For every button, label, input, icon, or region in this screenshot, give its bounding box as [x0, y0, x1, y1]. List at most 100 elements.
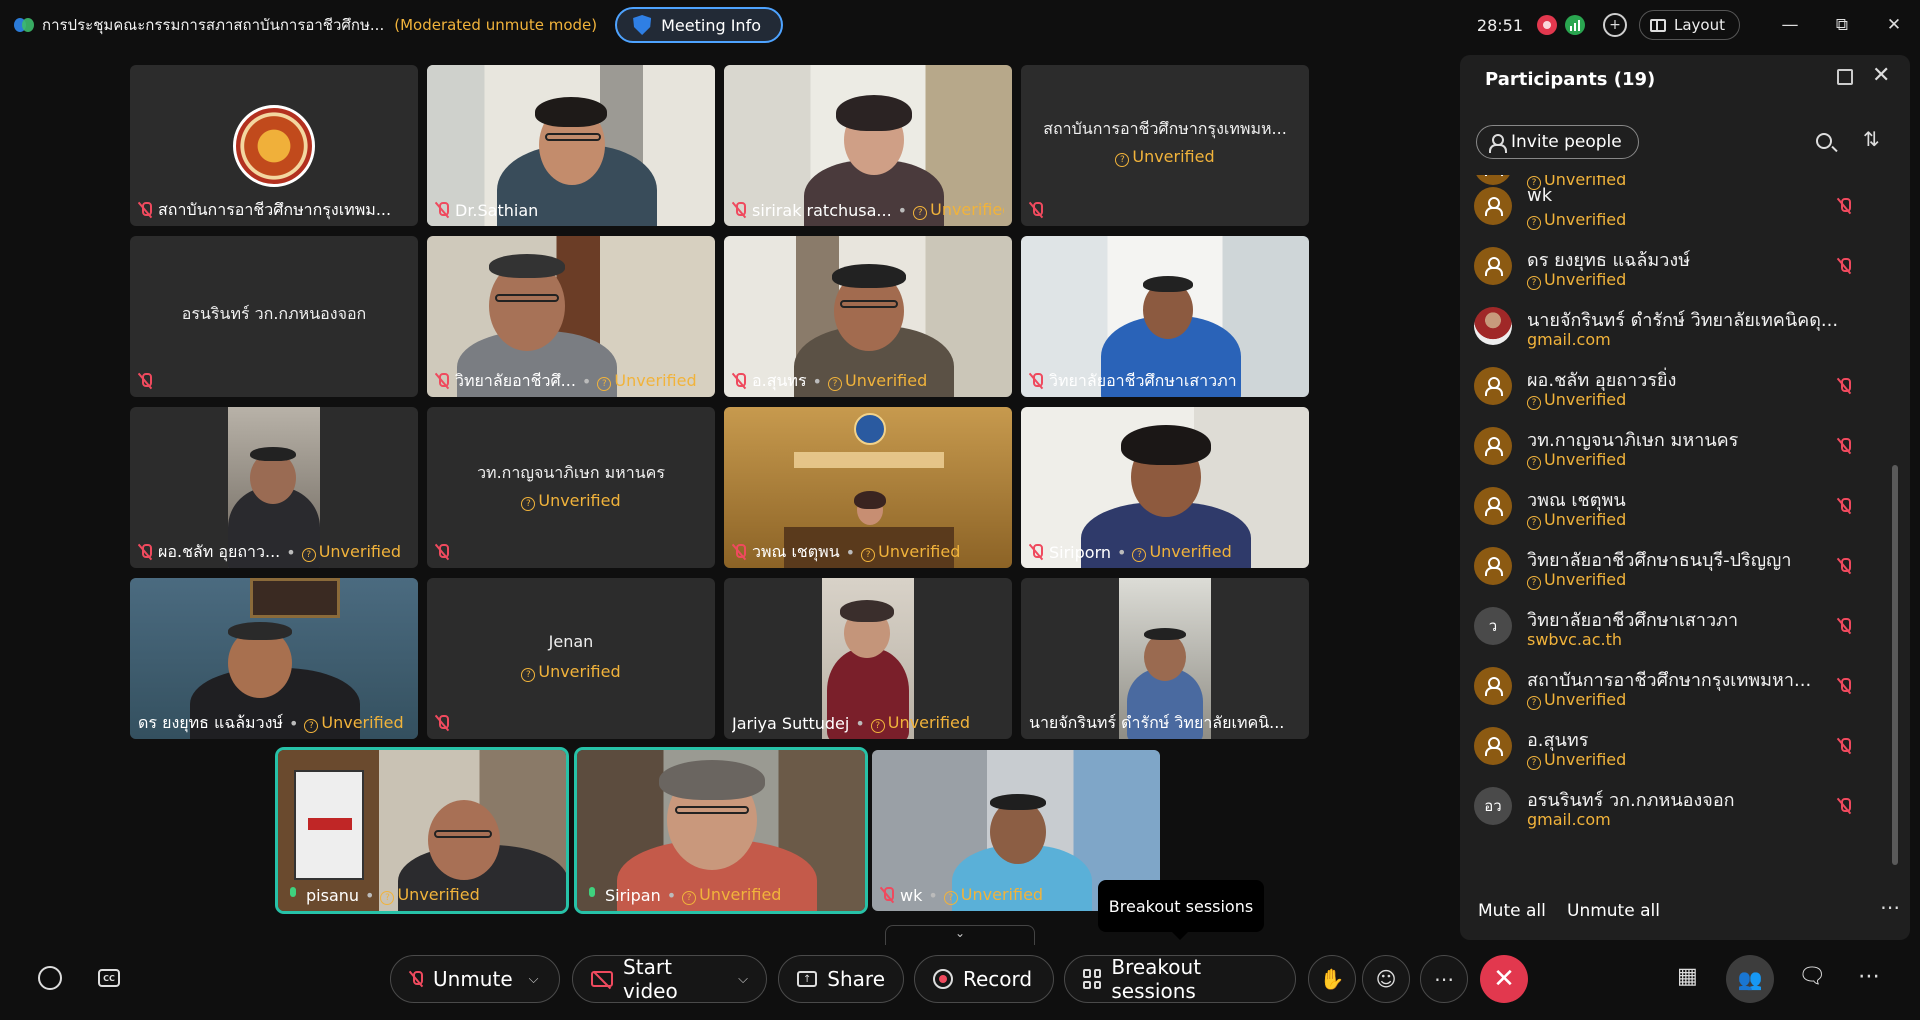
apps-icon[interactable]: ▦ — [1677, 964, 1698, 989]
video-tile-speaking[interactable]: pisanu • ? Unverified — [278, 750, 566, 911]
more-options-icon[interactable]: ⋯ — [1858, 964, 1880, 989]
tile-name-label: วพณ เชตุพน • ? Unverified — [732, 540, 1004, 564]
more-options-icon[interactable]: ⋯ — [1880, 895, 1901, 919]
participant-list-scrollbar[interactable] — [1892, 465, 1898, 865]
closed-captions-icon[interactable]: CC — [98, 969, 120, 987]
end-call-button[interactable]: ✕ — [1480, 955, 1528, 1003]
video-tile[interactable]: sirirak ratchusa... • ?Unverified — [724, 65, 1012, 226]
participant-row[interactable]: ผอ.ชลัท อุยถาวรยิ่ง ? Unverified — [1460, 355, 1900, 415]
layout-button[interactable]: Layout — [1639, 10, 1740, 40]
tile-name: วิทยาลัยอาชีวศึ... — [455, 370, 576, 390]
share-button[interactable]: ↑ Share — [778, 955, 904, 1003]
chevron-down-icon[interactable]: ⌵ — [738, 972, 748, 987]
participants-toggle-icon[interactable]: 👥 — [1726, 955, 1774, 1003]
mic-muted-icon[interactable] — [1837, 677, 1851, 695]
zoom-icon[interactable]: + — [1603, 13, 1627, 37]
restore-window-button[interactable]: ⧉ — [1816, 0, 1868, 50]
tile-name-label: ดร ยงยุทธ แฉล้มวงษ์ • ? Unverified — [138, 711, 410, 735]
close-icon[interactable]: ✕ — [1872, 63, 1890, 88]
record-button[interactable]: Record — [914, 955, 1054, 1003]
avatar — [1474, 187, 1512, 225]
participant-row[interactable]: วพณ เชตุพน ? Unverified — [1460, 475, 1900, 535]
network-health-icon[interactable] — [1565, 15, 1585, 35]
panel-footer: Mute all Unmute all ⋯ — [1460, 895, 1910, 935]
video-tile-speaking[interactable]: Siripan • ? Unverified — [577, 750, 865, 911]
shield-icon — [633, 15, 652, 35]
mic-muted-icon[interactable] — [1837, 377, 1851, 395]
participant-status: ? Unverified — [1527, 390, 1626, 410]
video-tile[interactable]: วิทยาลัยอาชีวศึกษาเสาวภา — [1021, 236, 1309, 397]
participant-row[interactable]: อ.สุนทร ? Unverified — [1460, 715, 1900, 775]
video-tile[interactable]: Jenan ? Unverified — [427, 578, 715, 739]
participant-row[interactable]: สถาบันการอาชีวศึกษากรุงเทพมหา... ? Unveri… — [1460, 655, 1900, 715]
mic-muted-icon[interactable] — [1837, 497, 1851, 515]
tile-center-name: Jenan — [548, 632, 594, 651]
avatar — [1474, 547, 1512, 585]
video-tile[interactable]: ดร ยงยุทธ แฉล้มวงษ์ • ? Unverified — [130, 578, 418, 739]
participant-row[interactable]: นายจักรินทร์ ดำรักษ์ วิทยาลัยเทคนิคดุ...… — [1460, 295, 1900, 355]
video-tile[interactable]: นายจักรินทร์ ดำรักษ์ วิทยาลัยเทคนิ... — [1021, 578, 1309, 739]
video-tile[interactable]: อรนรินทร์ วก.กภหนองจอก — [130, 236, 418, 397]
participant-row[interactable]: ว วิทยาลัยอาชีวศึกษาเสาวภา swbvc.ac.th — [1460, 595, 1900, 655]
mic-muted-icon — [732, 543, 746, 561]
reactions-ring-icon[interactable] — [38, 966, 62, 990]
mic-muted-icon — [435, 372, 449, 390]
chat-icon[interactable]: 🗨 — [1798, 964, 1826, 989]
meeting-info-label: Meeting Info — [661, 15, 761, 35]
sort-icon[interactable]: ⇅ — [1863, 127, 1880, 151]
mic-muted-icon[interactable] — [1837, 557, 1851, 575]
meeting-controls-toolbar: CC Unmute ⌵ Start video ⌵ ↑ Share Record… — [0, 950, 1920, 1010]
breakout-sessions-button[interactable]: Breakout sessions — [1064, 955, 1296, 1003]
popout-icon[interactable] — [1837, 69, 1853, 85]
tile-center-name: วท.กาญจนาภิเษก มหานคร — [477, 463, 665, 482]
chevron-down-icon[interactable]: ⌵ — [529, 972, 539, 987]
tile-name: sirirak ratchusa... — [752, 200, 892, 220]
participant-row[interactable]: ดร ยงยุทธ แฉล้มวงษ์ ? Unverified — [1460, 235, 1900, 295]
mic-muted-icon — [409, 970, 423, 988]
start-video-button[interactable]: Start video ⌵ — [572, 955, 767, 1003]
avatar — [1474, 667, 1512, 705]
video-tile[interactable]: วพณ เชตุพน • ? Unverified — [724, 407, 1012, 568]
tile-name-label — [138, 369, 410, 393]
video-tile[interactable]: สถาบันการอาชีวศึกษากรุงเทพมห... ? Unverif… — [1021, 65, 1309, 226]
mic-muted-icon — [880, 886, 894, 904]
mic-muted-icon — [138, 201, 152, 219]
mic-muted-icon[interactable] — [1837, 197, 1851, 215]
video-tile[interactable]: Siriporn • ? Unverified — [1021, 407, 1309, 568]
raise-hand-icon[interactable]: ✋ — [1308, 955, 1356, 1003]
tile-name: อ.สุนทร — [752, 370, 807, 390]
invite-people-button[interactable]: Invite people — [1476, 125, 1639, 159]
video-tile[interactable]: Jariya Suttudej • ? Unverified — [724, 578, 1012, 739]
participant-row[interactable]: วิทยาลัยอาชีวศึกษาธนบุรี-ปริญญา ? Unverif… — [1460, 535, 1900, 595]
collapse-filmstrip-chevron-icon[interactable]: ⌄ — [885, 925, 1035, 945]
mic-muted-icon[interactable] — [1837, 257, 1851, 275]
video-tile[interactable]: Dr.Sathian — [427, 65, 715, 226]
mic-muted-icon[interactable] — [1837, 797, 1851, 815]
person-icon — [1489, 134, 1507, 153]
search-icon[interactable] — [1816, 133, 1832, 149]
participant-row[interactable]: อว อรนรินทร์ วก.กภหนองจอก gmail.com — [1460, 775, 1900, 835]
mic-muted-icon — [1029, 201, 1043, 219]
mute-all-button[interactable]: Mute all — [1478, 901, 1546, 921]
mic-muted-icon[interactable] — [1837, 617, 1851, 635]
reactions-smiley-icon[interactable]: ☺ — [1362, 955, 1410, 1003]
unverified-icon: ? — [827, 377, 842, 391]
participant-row[interactable]: wk ? Unverified — [1460, 175, 1900, 235]
participant-row[interactable]: วท.กาญจนาภิเษก มหานคร ? Unverified — [1460, 415, 1900, 475]
more-options-icon[interactable]: ⋯ — [1420, 955, 1468, 1003]
recording-indicator-icon[interactable] — [1537, 15, 1557, 35]
video-tile[interactable]: วิทยาลัยอาชีวศึ... • ? Unverified — [427, 236, 715, 397]
video-tile[interactable]: ผอ.ชลัท อุยถาว... • ? Unverified — [130, 407, 418, 568]
unmute-button[interactable]: Unmute ⌵ — [390, 955, 560, 1003]
video-tile[interactable]: อ.สุนทร • ? Unverified — [724, 236, 1012, 397]
close-window-button[interactable]: ✕ — [1868, 0, 1920, 50]
unmute-all-button[interactable]: Unmute all — [1567, 901, 1660, 921]
video-tile[interactable]: วท.กาญจนาภิเษก มหานคร ? Unverified — [427, 407, 715, 568]
participant-domain: gmail.com — [1527, 810, 1611, 829]
video-tile[interactable]: สถาบันการอาชีวศึกษากรุงเทพม... — [130, 65, 418, 226]
minimize-window-button[interactable]: — — [1764, 0, 1816, 50]
meeting-info-button[interactable]: Meeting Info — [615, 7, 783, 43]
mic-muted-icon[interactable] — [1837, 437, 1851, 455]
participant-status: ? Unverified — [1527, 510, 1626, 530]
mic-muted-icon[interactable] — [1837, 737, 1851, 755]
